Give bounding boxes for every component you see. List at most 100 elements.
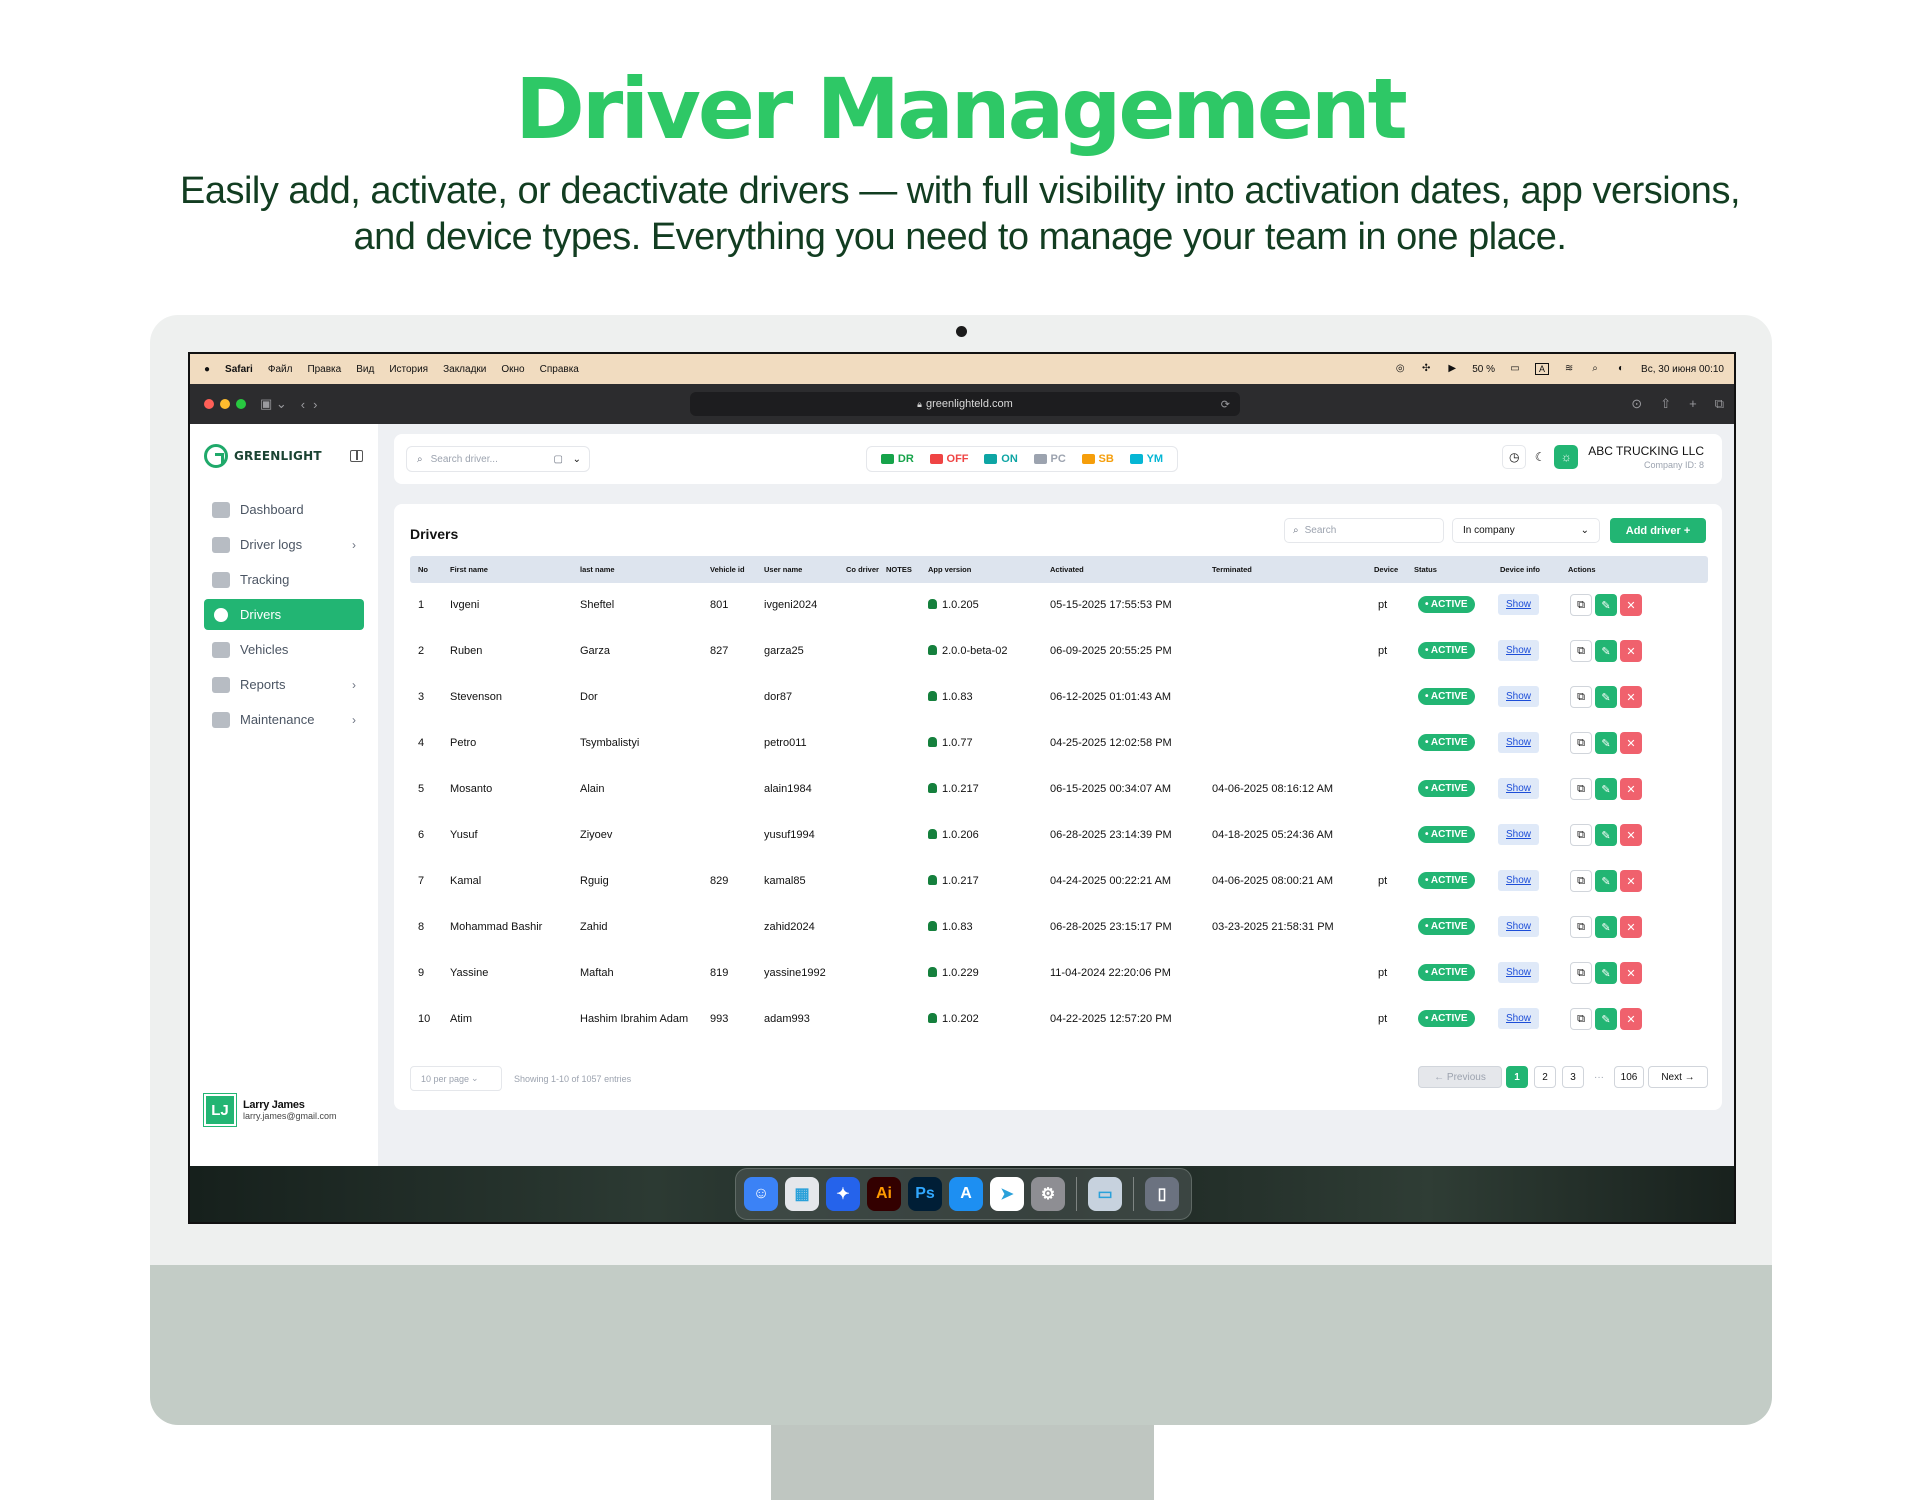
- edit-icon[interactable]: ✎: [1595, 1008, 1617, 1030]
- table-row[interactable]: 1 Ivgeni Sheftel 801 ivgeni2024 1.0.205 05-15-…: [410, 583, 1708, 629]
- device-info-button[interactable]: Show: [1498, 594, 1540, 615]
- driver-search-input[interactable]: ⌕ Search driver... ▢ ⌄: [406, 446, 590, 472]
- launchpad-icon[interactable]: ▦: [785, 1177, 819, 1211]
- delete-icon[interactable]: ✕: [1620, 962, 1642, 984]
- apple-icon[interactable]: ●: [204, 364, 210, 375]
- calendar-icon[interactable]: ▢: [554, 454, 563, 465]
- edit-icon[interactable]: ✎: [1595, 640, 1617, 662]
- column-header[interactable]: Device info: [1500, 565, 1540, 574]
- menu-help[interactable]: Справка: [540, 364, 579, 375]
- app-store-icon[interactable]: A: [949, 1177, 983, 1211]
- safari-icon[interactable]: ✦: [826, 1177, 860, 1211]
- sidebar-item-drivers[interactable]: Drivers: [204, 599, 364, 630]
- page-button-last[interactable]: 106: [1614, 1066, 1644, 1088]
- input-source[interactable]: A: [1535, 363, 1550, 375]
- downloads-icon[interactable]: ⊙: [1631, 396, 1642, 412]
- table-row[interactable]: 9 Yassine Maftah 819 yassine1992 1.0.229 11-04…: [410, 951, 1708, 997]
- copy-icon[interactable]: ⧉: [1570, 640, 1592, 662]
- edit-icon[interactable]: ✎: [1595, 962, 1617, 984]
- spotlight-icon[interactable]: ⌕: [1589, 364, 1601, 374]
- chevron-down-icon[interactable]: ⌄: [573, 454, 581, 465]
- device-info-button[interactable]: Show: [1498, 732, 1540, 753]
- column-header[interactable]: Activated: [1050, 565, 1084, 574]
- table-row[interactable]: 3 Stevenson Dor dor87 1.0.83 06-12-2025 01:01…: [410, 675, 1708, 721]
- tabs-overview-icon[interactable]: ⧉: [1715, 396, 1724, 412]
- photoshop-icon[interactable]: Ps: [908, 1177, 942, 1211]
- edit-icon[interactable]: ✎: [1595, 686, 1617, 708]
- column-header[interactable]: App version: [928, 565, 971, 574]
- share-icon[interactable]: ⇧: [1660, 396, 1671, 412]
- forward-icon[interactable]: ›: [313, 397, 317, 412]
- menu-bookmarks[interactable]: Закладки: [443, 364, 486, 375]
- status-sb[interactable]: SB: [1081, 453, 1114, 465]
- edit-icon[interactable]: ✎: [1595, 778, 1617, 800]
- table-row[interactable]: 8 Mohammad Bashir Zahid zahid2024 1.0.83 06-2…: [410, 905, 1708, 951]
- copy-icon[interactable]: ⧉: [1570, 824, 1592, 846]
- system-settings-icon[interactable]: ⚙: [1031, 1177, 1065, 1211]
- airdrop-icon[interactable]: ✣: [1420, 364, 1432, 374]
- illustrator-icon[interactable]: Ai: [867, 1177, 901, 1211]
- delete-icon[interactable]: ✕: [1620, 732, 1642, 754]
- copy-icon[interactable]: ⧉: [1570, 732, 1592, 754]
- zoom-window-button[interactable]: [236, 399, 246, 409]
- page-button-1[interactable]: 1: [1506, 1066, 1528, 1088]
- company-filter-select[interactable]: In company ⌄: [1452, 518, 1600, 543]
- column-header[interactable]: Vehicle id: [710, 565, 745, 574]
- column-header[interactable]: Actions: [1568, 565, 1596, 574]
- delete-icon[interactable]: ✕: [1620, 594, 1642, 616]
- copy-icon[interactable]: ⧉: [1570, 594, 1592, 616]
- table-row[interactable]: 2 Ruben Garza 827 garza25 2.0.0-beta-02 06-09-…: [410, 629, 1708, 675]
- delete-icon[interactable]: ✕: [1620, 824, 1642, 846]
- column-header[interactable]: No: [418, 565, 428, 574]
- brand-logo[interactable]: GREENLIGHT: [204, 444, 322, 468]
- copy-icon[interactable]: ⧉: [1570, 962, 1592, 984]
- sidebar-toggle-icon[interactable]: ▣ ⌄: [260, 396, 287, 412]
- sidebar-item-vehicles[interactable]: Vehicles: [204, 634, 364, 665]
- edit-icon[interactable]: ✎: [1595, 916, 1617, 938]
- play-icon[interactable]: ▶: [1446, 364, 1458, 374]
- creative-cloud-icon[interactable]: ◎: [1394, 364, 1406, 374]
- sidebar-item-driver-logs[interactable]: Driver logs ›: [204, 529, 364, 560]
- sidebar-item-tracking[interactable]: Tracking: [204, 564, 364, 595]
- preview-icon[interactable]: ▭: [1088, 1177, 1122, 1211]
- delete-icon[interactable]: ✕: [1620, 778, 1642, 800]
- page-button-3[interactable]: 3: [1562, 1066, 1584, 1088]
- add-driver-button[interactable]: Add driver +: [1610, 518, 1706, 543]
- trash-icon[interactable]: ▯: [1145, 1177, 1179, 1211]
- copy-icon[interactable]: ⧉: [1570, 916, 1592, 938]
- device-info-button[interactable]: Show: [1498, 916, 1540, 937]
- next-page-button[interactable]: Next →: [1648, 1066, 1708, 1088]
- status-dr[interactable]: DR: [880, 453, 914, 465]
- column-header[interactable]: Terminated: [1212, 565, 1252, 574]
- control-center-icon[interactable]: ◐: [1615, 364, 1627, 374]
- previous-page-button[interactable]: ← Previous: [1418, 1066, 1502, 1088]
- copy-icon[interactable]: ⧉: [1570, 778, 1592, 800]
- sidebar-item-dashboard[interactable]: Dashboard: [204, 494, 364, 525]
- column-header[interactable]: Status: [1414, 565, 1437, 574]
- edit-icon[interactable]: ✎: [1595, 594, 1617, 616]
- device-info-button[interactable]: Show: [1498, 778, 1540, 799]
- column-header[interactable]: last name: [580, 565, 615, 574]
- user-profile[interactable]: LJ Larry James larry.james@gmail.com: [203, 1093, 337, 1127]
- clock[interactable]: Вс, 30 июня 00:10: [1641, 364, 1724, 375]
- device-info-button[interactable]: Show: [1498, 824, 1540, 845]
- menu-file[interactable]: Файл: [268, 364, 293, 375]
- reload-icon[interactable]: ⟳: [1221, 398, 1230, 411]
- table-row[interactable]: 7 Kamal Rguig 829 kamal85 1.0.217 04-24-2025 0…: [410, 859, 1708, 905]
- menu-edit[interactable]: Правка: [307, 364, 341, 375]
- status-pc[interactable]: PC: [1033, 453, 1066, 465]
- finder-icon[interactable]: ☺: [744, 1177, 778, 1211]
- moon-icon[interactable]: ☾: [1528, 445, 1552, 469]
- column-header[interactable]: Device: [1374, 565, 1398, 574]
- sidebar-item-reports[interactable]: Reports ›: [204, 669, 364, 700]
- table-row[interactable]: 5 Mosanto Alain alain1984 1.0.217 06-15-2025 …: [410, 767, 1708, 813]
- edit-icon[interactable]: ✎: [1595, 732, 1617, 754]
- column-header[interactable]: NOTES: [886, 565, 912, 574]
- delete-icon[interactable]: ✕: [1620, 870, 1642, 892]
- sun-icon[interactable]: ☼: [1554, 445, 1579, 469]
- sidebar-item-maintenance[interactable]: Maintenance ›: [204, 704, 364, 735]
- delete-icon[interactable]: ✕: [1620, 640, 1642, 662]
- column-header[interactable]: User name: [764, 565, 802, 574]
- device-info-button[interactable]: Show: [1498, 1008, 1540, 1029]
- status-on[interactable]: ON: [984, 453, 1018, 465]
